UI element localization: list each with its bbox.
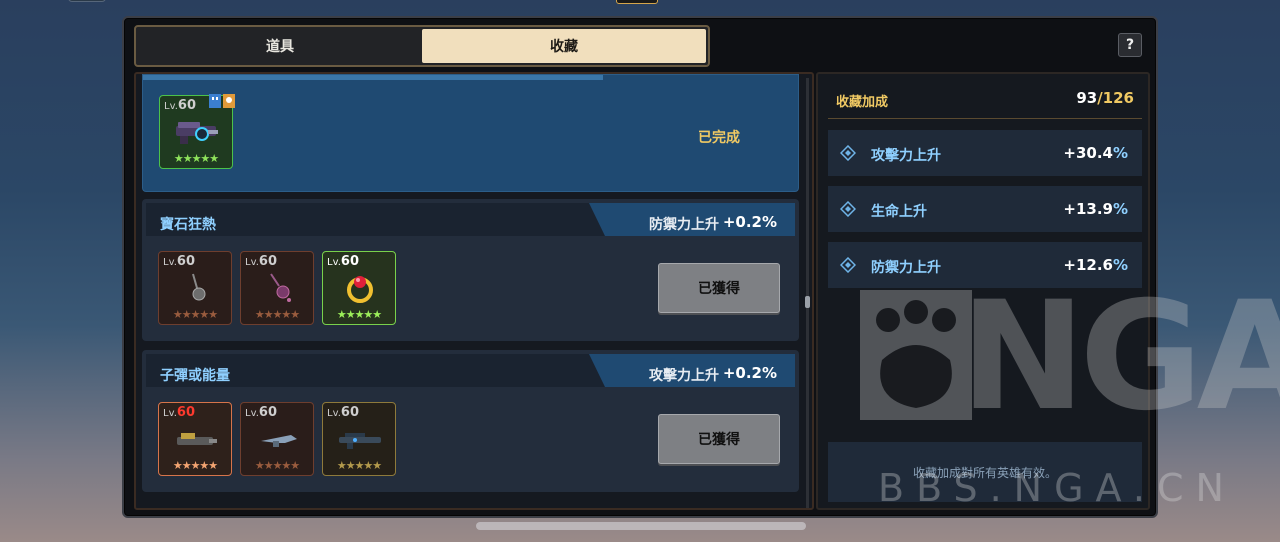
stat-row-hp: 生命上升 +13.9% <box>828 186 1142 232</box>
pistol-icon <box>261 435 297 447</box>
stat-label: 生命上升 <box>871 204 927 220</box>
item-level: Lv.60 <box>164 98 196 113</box>
item-level: Lv.60 <box>327 405 359 420</box>
diamond-icon <box>840 201 856 217</box>
bonus-footer: 收藏加成對所有英雄有效。 <box>828 442 1142 502</box>
item-stars: ★★★★★ <box>336 308 382 321</box>
item-level: Lv.60 <box>163 405 195 420</box>
collection-name: 子彈或能量 <box>160 368 230 384</box>
diamond-icon <box>840 257 856 273</box>
collection-item-slot[interactable]: Lv.60 ★★★★★ <box>240 402 314 476</box>
item-level: Lv.60 <box>163 254 195 269</box>
stat-label: 防禦力上升 <box>871 260 941 276</box>
collection-count: 93/126 <box>1076 89 1134 107</box>
obtained-button[interactable]: 已獲得 <box>658 263 780 313</box>
bonus-value: +0.2% <box>722 213 777 231</box>
divider <box>828 118 1142 119</box>
top-status-pill <box>68 0 106 2</box>
completed-status: 已完成 <box>698 130 740 146</box>
home-indicator[interactable] <box>476 522 806 530</box>
bonus-label: 攻擊力上升 <box>649 368 719 384</box>
collection-bonus-panel: 收藏加成 93/126 攻擊力上升 +30.4% 生命上升 +13.9% 防禦力… <box>816 72 1150 510</box>
bonus-value: +0.2% <box>722 364 777 382</box>
stat-value: +30.4% <box>1063 144 1128 162</box>
diamond-icon <box>840 145 856 161</box>
ring-icon <box>347 276 373 303</box>
scroll-thumb[interactable] <box>805 296 810 308</box>
collection-card-gem-fever: 寶石狂熱 防禦力上升 +0.2% Lv.60 ★★★★★ Lv.60 ★★★★★… <box>142 199 799 341</box>
item-stars: ★★★★★ <box>254 459 300 472</box>
item-level: Lv.60 <box>327 254 359 269</box>
card-header: 子彈或能量 攻擊力上升 +0.2% <box>146 354 795 387</box>
scrollbar[interactable] <box>805 78 810 508</box>
card-accent-stripe <box>143 75 603 80</box>
collection-item-slot[interactable]: Lv.60 ★★★★★ <box>158 402 232 476</box>
stat-value: +12.6% <box>1063 256 1128 274</box>
top-timer-badge <box>616 0 658 4</box>
card-header: 寶石狂熱 防禦力上升 +0.2% <box>146 203 795 236</box>
stat-row-defense: 防禦力上升 +12.6% <box>828 242 1142 288</box>
obtained-button[interactable]: 已獲得 <box>658 414 780 464</box>
tab-items[interactable]: 道具 <box>138 29 422 63</box>
stat-row-attack: 攻擊力上升 +30.4% <box>828 130 1142 176</box>
item-stars: ★★★★★ <box>254 308 300 321</box>
stat-value: +13.9% <box>1063 200 1128 218</box>
collection-list[interactable]: Lv.60 ★★★★★ 已完成 寶石狂熱 防禦力上升 +0.2% Lv.60 ★… <box>134 72 814 510</box>
bonus-label: 防禦力上升 <box>649 217 719 233</box>
collection-item-slot[interactable]: Lv.60 ★★★★★ <box>322 402 396 476</box>
item-stars: ★★★★★ <box>173 152 219 165</box>
collection-card-bullets-energy: 子彈或能量 攻擊力上升 +0.2% Lv.60 ★★★★★ Lv.60 ★★★★… <box>142 350 799 492</box>
collection-item-slot[interactable]: Lv.60 ★★★★★ <box>158 251 232 325</box>
stat-label: 攻擊力上升 <box>871 148 941 164</box>
bonus-panel-title: 收藏加成 <box>836 95 889 110</box>
gatling-icon <box>177 433 217 445</box>
collection-item-slot[interactable]: Lv.60 ★★★★★ <box>240 251 314 325</box>
rifle-icon <box>339 433 381 449</box>
collection-name: 寶石狂熱 <box>160 217 216 233</box>
item-stars: ★★★★★ <box>336 459 382 472</box>
tag-badges-icon <box>209 94 235 108</box>
necklace-icon <box>270 273 291 302</box>
collection-window: 道具 收藏 ? Lv.60 ★★★★★ 已完成 寶石狂熱 防禦力上升 +0.2%… <box>122 16 1158 518</box>
item-level: Lv.60 <box>245 405 277 420</box>
featured-collection-card: Lv.60 ★★★★★ 已完成 <box>142 74 799 192</box>
item-stars: ★★★★★ <box>172 459 218 472</box>
plasma-cannon-icon <box>176 122 218 144</box>
tab-bar: 道具 收藏 <box>134 25 710 67</box>
item-stars: ★★★★★ <box>172 308 218 321</box>
pendant-icon <box>192 273 206 301</box>
tab-collection[interactable]: 收藏 <box>422 29 706 63</box>
help-button[interactable]: ? <box>1118 33 1142 57</box>
collection-item-slot[interactable]: Lv.60 ★★★★★ <box>322 251 396 325</box>
item-level: Lv.60 <box>245 254 277 269</box>
bonus-footer-note: 收藏加成對所有英雄有效。 <box>912 466 1057 480</box>
